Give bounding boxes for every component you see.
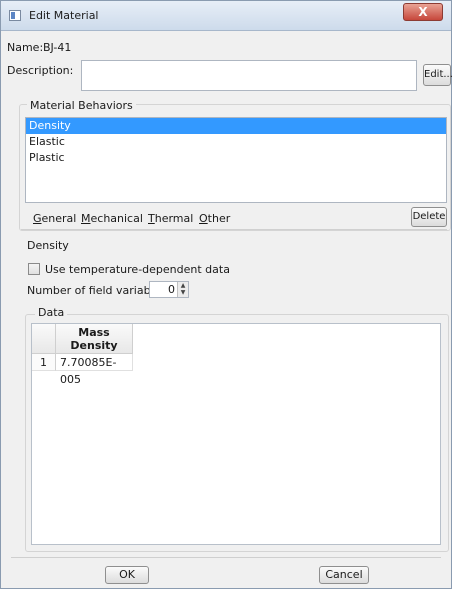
description-input[interactable] — [81, 60, 417, 91]
chevron-up-icon[interactable]: ▲ — [178, 282, 188, 289]
cancel-button[interactable]: Cancel — [319, 566, 369, 584]
edit-material-dialog: Edit Material X Name: BJ-41 Description:… — [0, 0, 452, 589]
density-data-table[interactable]: Mass Density 1 7.70085E-005 — [31, 323, 441, 545]
row-header-1[interactable]: 1 — [32, 354, 56, 371]
menu-mechanical-rest: echanical — [90, 212, 143, 225]
data-group-label: Data — [35, 306, 68, 319]
menu-thermal[interactable]: Thermal — [148, 212, 193, 225]
edit-description-button[interactable]: Edit... — [423, 64, 452, 86]
footer-divider — [11, 557, 441, 558]
menu-general[interactable]: General — [33, 212, 76, 225]
behavior-item-elastic[interactable]: Elastic — [26, 134, 446, 150]
window-title: Edit Material — [29, 9, 99, 22]
window-icon — [9, 10, 21, 21]
title-bar[interactable]: Edit Material X — [1, 1, 451, 31]
behaviors-list[interactable]: Density Elastic Plastic — [25, 117, 447, 203]
description-label: Description: — [7, 64, 74, 77]
field-vars-stepper[interactable]: 0 ▲ ▼ — [149, 281, 189, 298]
menu-other-rest: ther — [207, 212, 231, 225]
name-label: Name: — [7, 41, 44, 54]
menu-general-rest: eneral — [41, 212, 77, 225]
close-button[interactable]: X — [403, 3, 443, 21]
table-cell-mass-density[interactable]: 7.70085E-005 — [56, 354, 133, 386]
menu-mechanical[interactable]: Mechanical — [81, 212, 143, 225]
field-vars-value: 0 — [168, 283, 175, 296]
behavior-item-plastic[interactable]: Plastic — [26, 150, 446, 166]
temp-dependent-checkbox[interactable] — [28, 263, 40, 275]
menu-other[interactable]: Other — [199, 212, 230, 225]
section-divider — [21, 229, 447, 230]
stepper-arrows[interactable]: ▲ ▼ — [177, 282, 188, 297]
table-corner — [32, 324, 56, 354]
name-value: BJ-41 — [43, 41, 72, 54]
ok-button[interactable]: OK — [105, 566, 149, 584]
density-section-title: Density — [27, 239, 69, 252]
column-header-line1: Mass — [78, 326, 110, 339]
material-behaviors-label: Material Behaviors — [27, 99, 136, 112]
column-header-line2: Density — [70, 339, 118, 352]
chevron-down-icon[interactable]: ▼ — [178, 289, 188, 296]
behavior-item-density[interactable]: Density — [26, 118, 446, 134]
delete-button[interactable]: Delete — [411, 207, 447, 227]
menu-thermal-rest: hermal — [154, 212, 194, 225]
temp-dependent-label: Use temperature-dependent data — [45, 263, 230, 276]
column-header-mass-density[interactable]: Mass Density — [56, 324, 133, 354]
